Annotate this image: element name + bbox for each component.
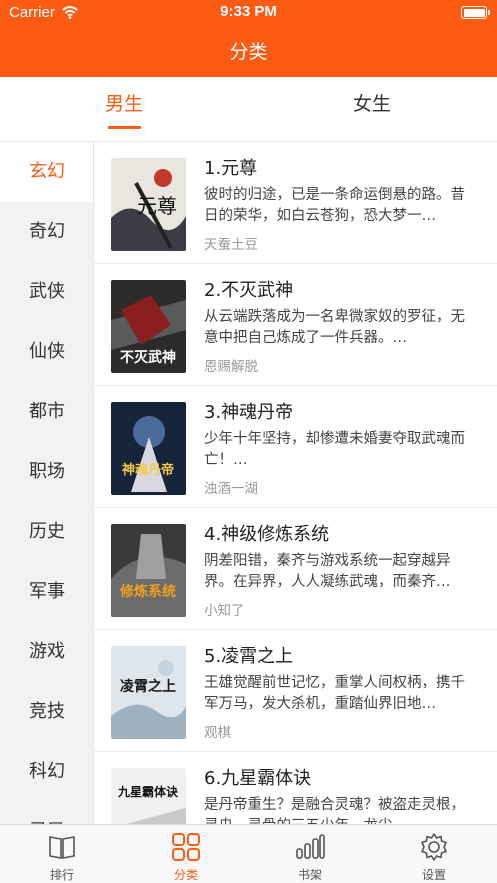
gear-icon	[421, 833, 447, 861]
book-open-icon	[49, 836, 75, 859]
book-title: 4.神级修炼系统	[204, 524, 330, 545]
book-cover: 元尊	[111, 158, 186, 251]
book-item[interactable]: 元尊 1.元尊 彼时的归途，已是一条命运倒悬的路。昔日的荣华，如白云苍狗，恐大梦…	[94, 142, 497, 264]
book-description: 是丹帝重生？是融合灵魂？被盗走灵根，灵央，灵骨的三五少年，龙尘…	[204, 797, 465, 824]
tab-male[interactable]: 男生	[44, 77, 204, 141]
book-description: 彼时的归途，已是一条命运倒悬的路。昔日的荣华，如白云苍狗，恐大梦一…	[204, 187, 465, 224]
category-item-jingji[interactable]: 竞技	[0, 682, 93, 742]
book-author: 观棋	[204, 725, 231, 741]
tab-label: 设置	[421, 868, 446, 882]
book-author: 浊酒一湖	[204, 481, 258, 497]
tab-settings[interactable]: 设置	[372, 825, 496, 883]
book-item[interactable]: 神魂丹帝 3.神魂丹帝 少年十年坚持，却惨遭未婚妻夺取武魂而亡！… 浊酒一湖	[94, 386, 497, 508]
category-item-lishi[interactable]: 历史	[0, 502, 93, 562]
cover-title: 凌霄之上	[120, 678, 176, 695]
category-item-xianxia[interactable]: 仙侠	[0, 322, 93, 382]
grid-icon	[172, 833, 200, 861]
category-item-youxi[interactable]: 游戏	[0, 622, 93, 682]
tab-category[interactable]: 分类	[124, 825, 248, 883]
book-item[interactable]: 凌霄之上 5.凌霄之上 王雄觉醒前世记忆，重掌人间权柄，携千军万马，发大杀机，重…	[94, 630, 497, 752]
category-item-junshi[interactable]: 军事	[0, 562, 93, 622]
category-item-zhichang[interactable]: 职场	[0, 442, 93, 502]
book-cover: 凌霄之上	[111, 646, 186, 739]
tab-indicator	[108, 126, 141, 129]
tab-female[interactable]: 女生	[292, 77, 452, 141]
category-sidebar[interactable]: 玄幻 奇幻 武侠 仙侠 都市 职场 历史 军事 游戏 竞技 科幻 灵异	[0, 142, 94, 824]
book-description: 王雄觉醒前世记忆，重掌人间权柄，携千军万马，发大杀机，重踏仙界旧地…	[204, 675, 465, 712]
bars-icon	[296, 834, 325, 859]
book-item[interactable]: 修炼系统 4.神级修炼系统 阴差阳错，秦齐与游戏系统一起穿越异界。在异界，人人凝…	[94, 508, 497, 630]
header: Carrier 9:33 PM 分类	[0, 0, 497, 77]
cover-title: 神魂丹帝	[122, 462, 174, 478]
status-bar: Carrier 9:33 PM	[0, 0, 497, 26]
category-item-lingyi[interactable]: 灵异	[0, 802, 93, 824]
tab-bookshelf[interactable]: 书架	[248, 825, 372, 883]
page-title: 分类	[229, 41, 268, 63]
book-title: 3.神魂丹帝	[204, 402, 294, 423]
tab-label: 排行	[49, 868, 74, 882]
app-screen: Carrier 9:33 PM 分类 男生 女生 玄幻 奇幻 武侠 仙侠 都市 …	[0, 0, 497, 883]
battery-icon	[461, 6, 490, 19]
tab-ranking[interactable]: 排行	[0, 825, 124, 883]
cover-title: 元尊	[137, 194, 177, 218]
book-cover: 修炼系统	[111, 524, 186, 617]
gender-tabs: 男生 女生	[0, 77, 497, 142]
book-title: 2.不灭武神	[204, 280, 294, 301]
category-item-qihuan[interactable]: 奇幻	[0, 202, 93, 262]
tab-label: 书架	[297, 868, 322, 882]
tab-bar: 排行 分类 书架 设置	[0, 824, 497, 883]
book-author: 天蚕土豆	[204, 237, 258, 253]
book-title: 5.凌霄之上	[204, 646, 294, 667]
book-description: 阴差阳错，秦齐与游戏系统一起穿越异界。在异界，人人凝练武魂，而秦齐…	[204, 553, 451, 590]
book-cover: 九星霸体诀	[111, 768, 186, 824]
book-description: 从云端跌落成为一名卑微家奴的罗征，无意中把自己炼成了一件兵器。…	[204, 309, 465, 346]
category-item-kehuan[interactable]: 科幻	[0, 742, 93, 802]
book-item[interactable]: 九星霸体诀 6.九星霸体诀 是丹帝重生？是融合灵魂？被盗走灵根，灵央，灵骨的三五…	[94, 752, 497, 824]
book-cover: 神魂丹帝	[111, 402, 186, 495]
cover-title: 不灭武神	[120, 349, 176, 366]
category-item-dushi[interactable]: 都市	[0, 382, 93, 442]
cover-title: 修炼系统	[119, 583, 176, 600]
book-cover: 不灭武神	[111, 280, 186, 373]
cover-title: 九星霸体诀	[117, 784, 179, 799]
book-list[interactable]: 元尊 1.元尊 彼时的归途，已是一条命运倒悬的路。昔日的荣华，如白云苍狗，恐大梦…	[94, 142, 497, 824]
book-item[interactable]: 不灭武神 2.不灭武神 从云端跌落成为一名卑微家奴的罗征，无意中把自己炼成了一件…	[94, 264, 497, 386]
book-author: 恩赐解脱	[204, 359, 258, 375]
category-item-wuxia[interactable]: 武侠	[0, 262, 93, 322]
clock: 9:33 PM	[220, 3, 277, 20]
book-description: 少年十年坚持，却惨遭未婚妻夺取武魂而亡！…	[204, 431, 465, 468]
book-title: 6.九星霸体诀	[204, 768, 312, 789]
book-title: 1.元尊	[204, 158, 258, 179]
tab-label: 分类	[173, 868, 198, 882]
category-item-xuanhuan[interactable]: 玄幻	[0, 142, 93, 202]
book-author: 小知了	[204, 603, 245, 619]
